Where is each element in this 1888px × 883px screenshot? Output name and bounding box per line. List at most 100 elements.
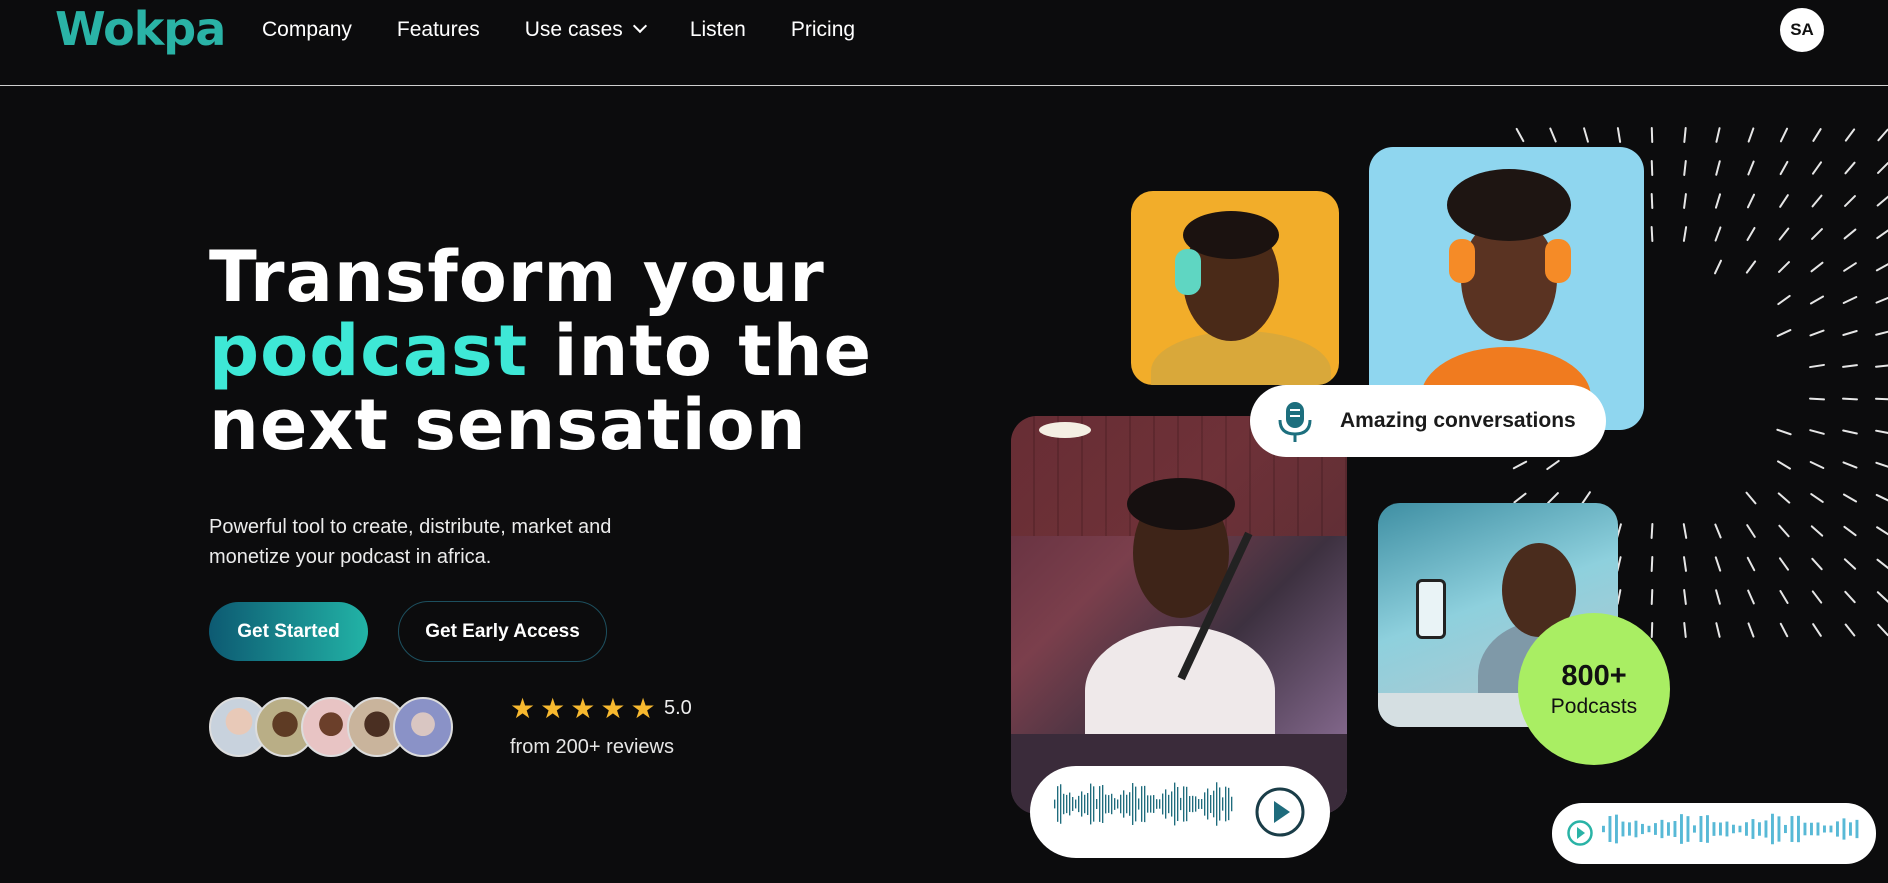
star-icon: ★ [570,693,596,724]
waveform-bar [1745,822,1748,836]
waveform-bar [1628,822,1631,836]
waveform-bar [1823,825,1826,833]
waveform-bar [1084,794,1086,814]
waveform-bar [1177,786,1179,822]
waveform-bar [1790,816,1794,842]
waveform-bar [1706,815,1709,843]
waveform-bar [1647,825,1651,833]
waveform-bar [1168,794,1170,814]
waveform-bar [1207,788,1209,820]
hero-title-accent: podcast [209,310,529,392]
logo[interactable]: Wokpa [55,2,226,56]
nav-item-company[interactable]: Company [262,18,352,42]
audio-player-main [1030,766,1330,858]
audio-player-mini [1552,803,1876,864]
waveform-bar [1063,793,1065,815]
nav-item-use-cases-label: Use cases [524,18,623,41]
podcast-count: 800+ [1561,659,1627,692]
waveform-bar [1673,821,1677,837]
play-icon[interactable] [1254,786,1306,838]
waveform-bar [1171,791,1173,817]
waveform-bar [1087,793,1089,815]
waveform-bar [1680,814,1683,844]
nav-item-pricing[interactable]: Pricing [791,18,855,42]
waveform-bar [1784,824,1787,834]
waveform-bar [1634,820,1638,838]
get-early-access-button[interactable]: Get Early Access [398,601,607,662]
waveform-bar [1222,797,1224,811]
waveform-bar [1204,792,1206,816]
hero-title-line3: next sensation [209,384,807,466]
waveform-bar [1057,786,1059,822]
waveform-bar [1210,794,1212,814]
waveform-bar [1771,813,1774,845]
waveform-bar [1180,797,1182,811]
waveform-bar [1189,796,1191,812]
waveform-bar [1186,786,1188,822]
waveform [1054,782,1233,826]
nav-item-listen[interactable]: Listen [690,18,746,42]
waveform [1602,813,1859,845]
waveform-bar [1712,822,1716,836]
waveform-bar [1829,825,1833,833]
waveform-bar [1228,787,1230,821]
get-started-button[interactable]: Get Started [209,602,368,661]
waveform-bar [1608,816,1612,842]
waveform-bar [1231,796,1233,812]
waveform-bar [1141,786,1143,822]
waveform-bar [1751,819,1755,839]
waveform-bar [1111,793,1113,815]
waveform-bar [1195,796,1197,812]
waveform-bar [1660,819,1664,839]
waveform-bar [1105,794,1107,814]
conversation-label: Amazing conversations [1340,409,1576,432]
waveform-bar [1732,824,1735,834]
waveform-bar [1810,822,1813,836]
nav-item-use-cases[interactable]: Use cases [524,18,647,42]
waveform-bar [1686,816,1690,842]
rating-stars: ★ ★ ★ ★ ★ [510,695,656,723]
waveform-bar [1855,819,1859,839]
waveform-bar [1099,786,1101,822]
waveform-bar [1216,782,1218,826]
waveform-bar [1693,825,1696,833]
waveform-bar [1738,825,1742,833]
waveform-bar [1108,795,1110,813]
waveform-bar [1777,816,1781,842]
star-icon: ★ [510,693,536,724]
waveform-bar [1126,794,1128,814]
hero-title-line2: podcast into the [209,314,872,388]
waveform-bar [1849,822,1852,836]
waveform-bar [1816,822,1820,836]
waveform-bar [1096,799,1098,809]
waveform-bar [1162,793,1164,815]
waveform-bar [1842,818,1846,840]
waveform-bar [1093,786,1095,822]
waveform-bar [1132,783,1134,825]
review-count: from 200+ reviews [510,736,674,758]
user-avatar[interactable]: SA [1780,8,1824,52]
waveform-bar [1758,822,1761,836]
waveform-bar [1090,783,1092,825]
waveform-bar [1150,795,1152,813]
waveform-bar [1641,823,1644,835]
star-icon: ★ [600,693,626,724]
waveform-bar [1138,798,1140,810]
hero-subtitle: Powerful tool to create, distribute, mar… [209,516,612,568]
waveform-bar [1725,821,1729,837]
waveform-bar [1836,821,1839,837]
waveform-bar [1719,822,1722,836]
waveform-bar [1183,786,1185,822]
waveform-bar [1147,795,1149,813]
waveform-bar [1667,822,1670,836]
waveform-bar [1198,799,1200,809]
star-icon: ★ [540,693,566,724]
play-icon[interactable] [1566,819,1594,847]
waveform-bar [1615,814,1618,844]
waveform-bar [1081,791,1083,817]
waveform-bar [1102,785,1104,823]
nav-item-features[interactable]: Features [397,18,480,42]
waveform-bar [1797,815,1800,843]
waveform-bar [1201,799,1203,809]
waveform-bar [1174,782,1176,826]
